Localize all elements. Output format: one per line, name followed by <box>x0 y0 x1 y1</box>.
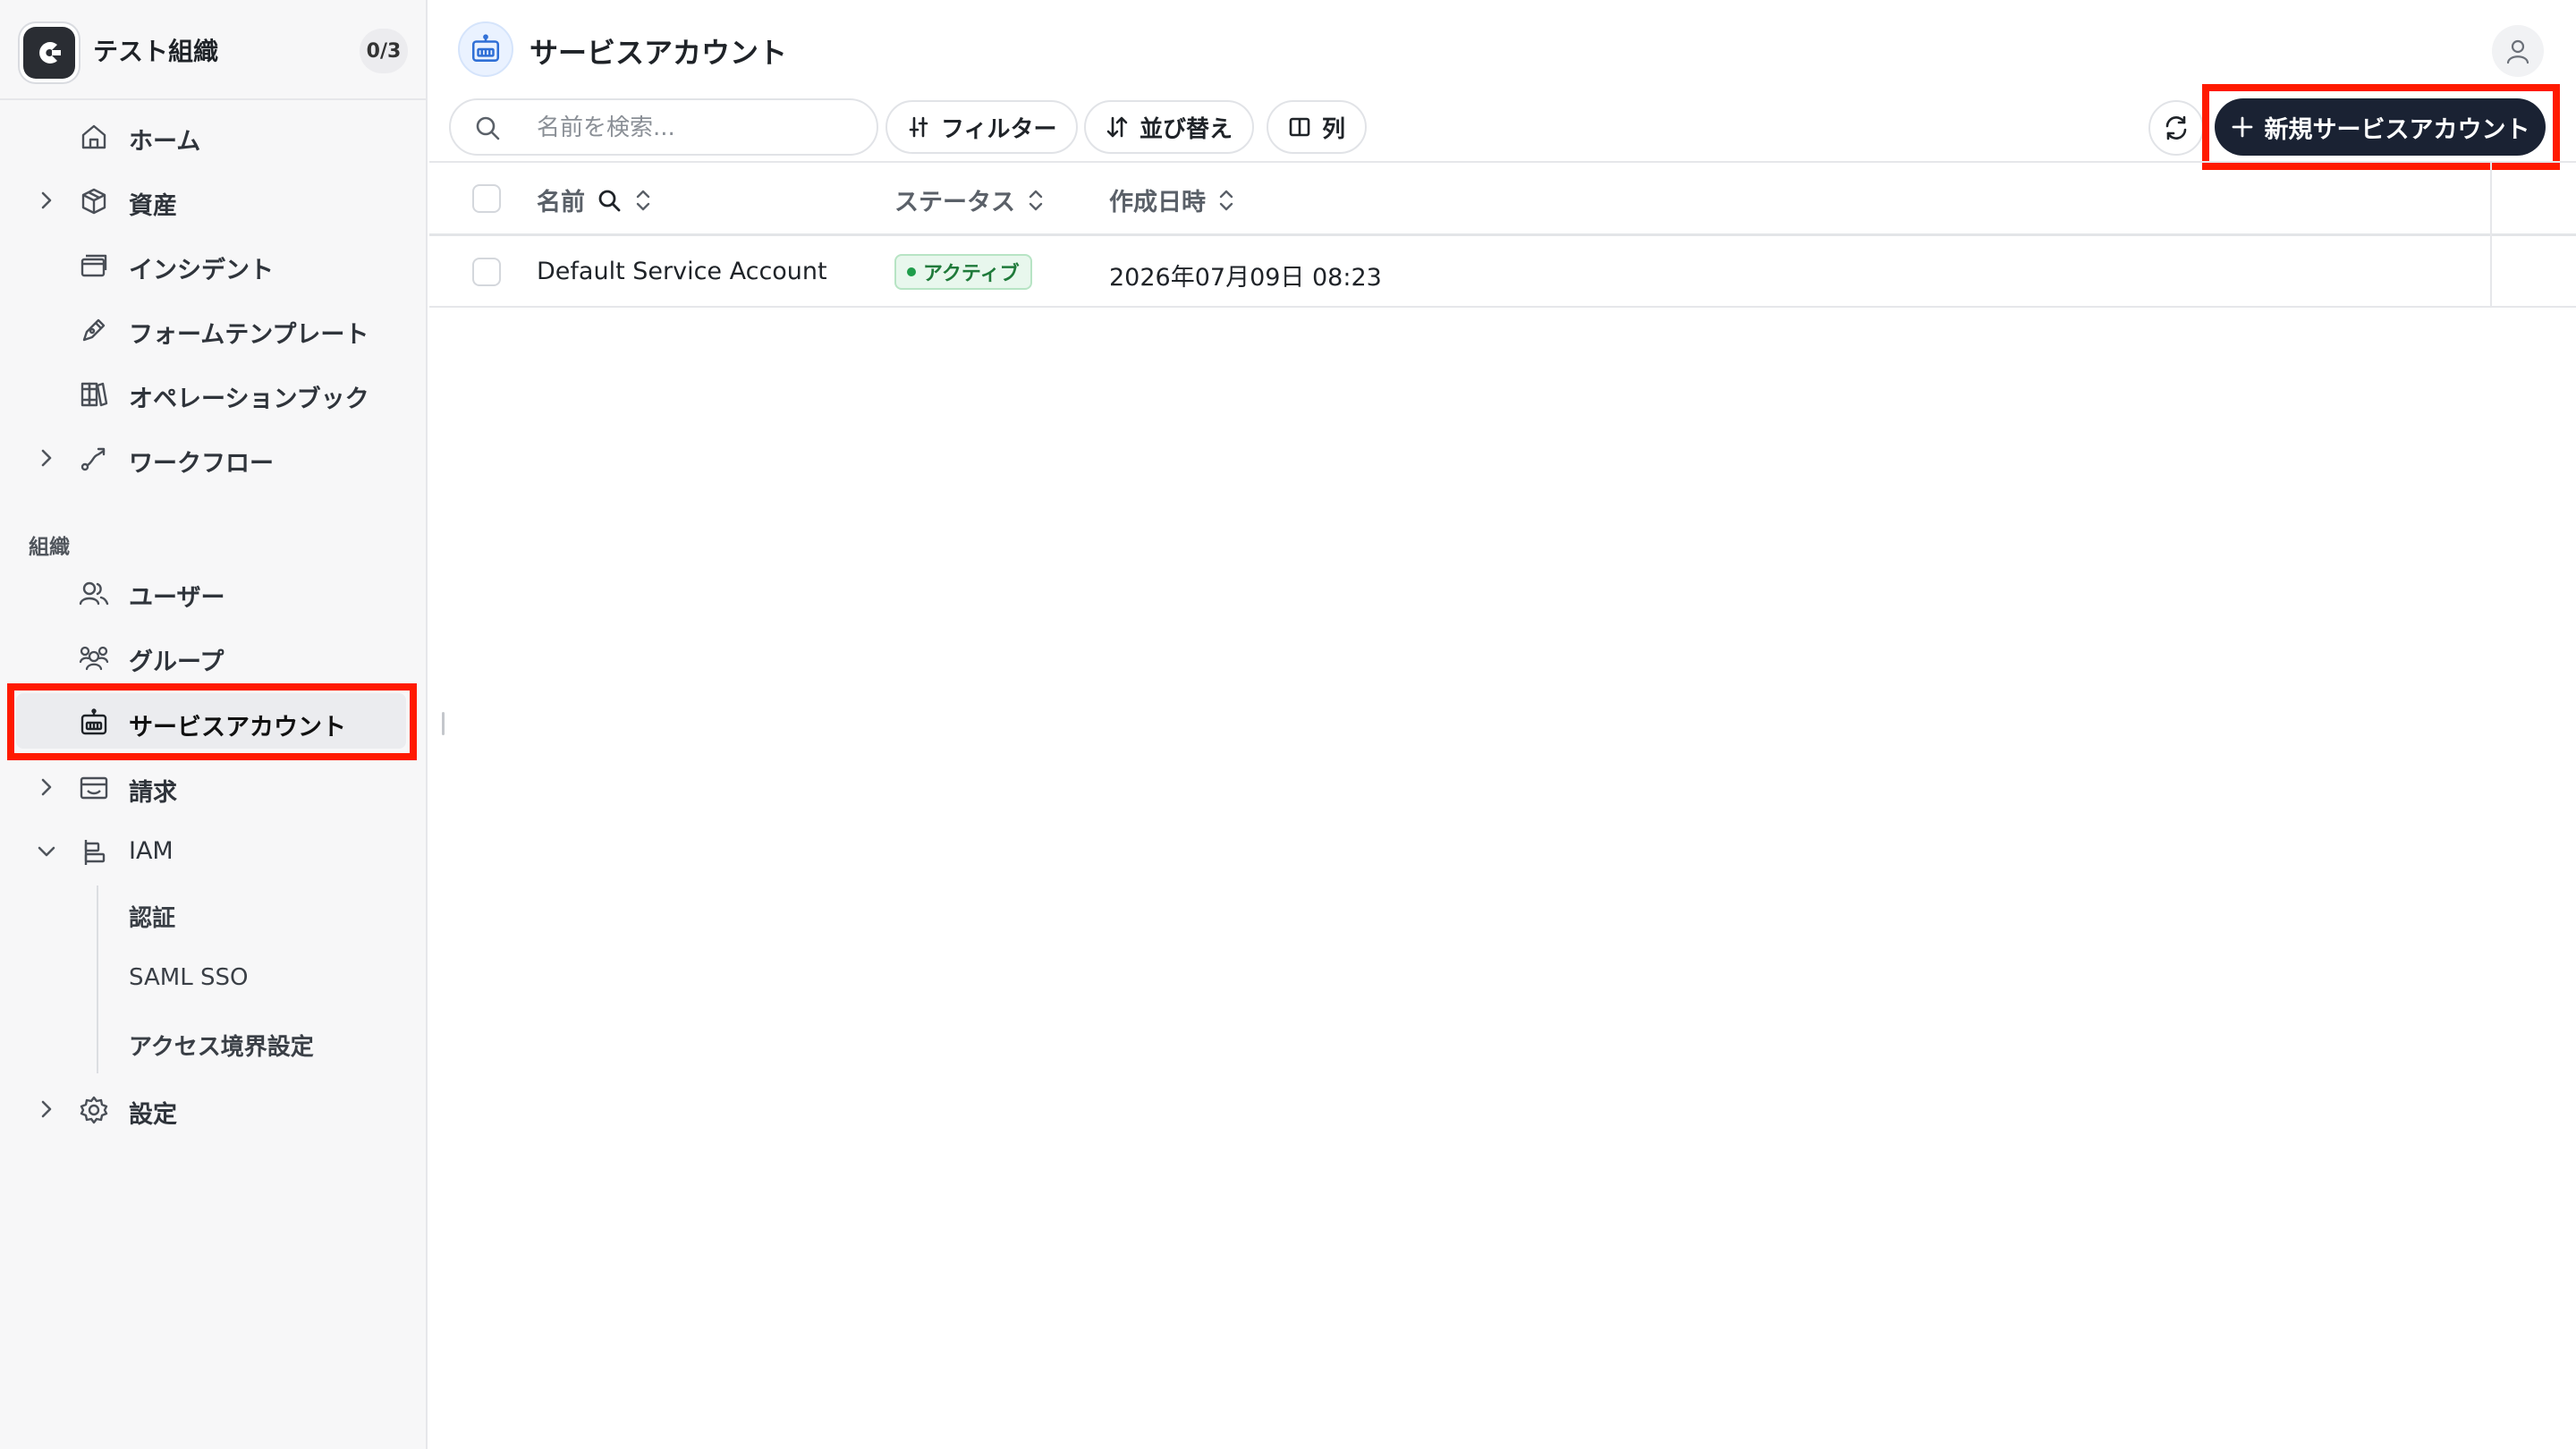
table-header-divider <box>429 233 2576 236</box>
column-header-created[interactable]: 作成日時 <box>1109 182 1236 217</box>
column-header-status[interactable]: ステータス <box>894 182 1046 217</box>
group-icon <box>79 646 109 671</box>
sidebar-item-label: フォームテンプレート <box>129 321 369 349</box>
sort-chevrons-icon[interactable] <box>1026 187 1046 214</box>
sidebar-item-label: 請求 <box>129 779 177 807</box>
sidebar-subitem-authentication[interactable]: 認証 <box>129 900 175 933</box>
row-created-at: 2026年07月09日 08:23 <box>1109 264 1382 292</box>
org-switcher[interactable]: テスト組織 0/3 <box>0 0 426 100</box>
new-service-account-button[interactable]: 新規サービスアカウント <box>2215 98 2546 156</box>
sidebar-item-billing[interactable]: 請求 <box>0 758 426 816</box>
sidebar-item-label: ワークフロー <box>129 450 274 478</box>
filter-button[interactable]: フィルター <box>886 100 1079 154</box>
sidebar-item-label: 設定 <box>129 1101 177 1129</box>
sidebar-subitem-saml-sso[interactable]: SAML SSO <box>129 964 248 991</box>
users-icon <box>79 581 109 606</box>
sort-arrows-icon <box>1106 116 1128 138</box>
filter-label: フィルター <box>941 115 1057 143</box>
sidebar-item-groups[interactable]: グループ <box>0 628 426 685</box>
column-header-created-label: 作成日時 <box>1109 189 1206 216</box>
sidebar-item-service-accounts[interactable]: サービスアカウント <box>16 693 406 749</box>
sidebar-item-settings[interactable]: 設定 <box>0 1080 426 1138</box>
row-divider <box>429 306 2576 308</box>
column-header-name[interactable]: 名前 <box>537 182 653 217</box>
chevron-right-icon[interactable] <box>34 188 59 213</box>
cube-icon <box>81 188 106 215</box>
sidebar-item-form-templates[interactable]: フォームテンプレート <box>0 301 426 358</box>
column-header-name-label: 名前 <box>537 189 585 216</box>
sidebar-item-label: インシデント <box>129 257 274 284</box>
sidebar-resize-handle[interactable] <box>442 712 445 735</box>
sliders-icon <box>909 116 928 138</box>
new-service-account-label: 新規サービスアカウント <box>2264 115 2530 144</box>
page-robot-icon <box>458 21 513 77</box>
toolbar-divider <box>429 161 2576 163</box>
columns-icon <box>1289 117 1310 137</box>
org-count-badge: 0/3 <box>360 29 408 73</box>
receipt-icon <box>80 776 108 800</box>
column-divider <box>2490 163 2492 306</box>
chevron-down-icon[interactable] <box>34 839 59 864</box>
sidebar-item-label: ホーム <box>129 128 201 156</box>
section-label-organization: 組織 <box>29 536 70 559</box>
search-field[interactable] <box>449 98 878 156</box>
search-icon[interactable] <box>596 187 623 214</box>
sidebar-item-home[interactable]: ホーム <box>0 107 426 165</box>
refresh-icon <box>2165 115 2187 140</box>
status-badge: アクティブ <box>894 254 1032 290</box>
page-title: サービスアカウント <box>530 36 788 70</box>
status-dot-icon <box>907 267 916 276</box>
route-icon <box>80 447 106 471</box>
sort-chevrons-icon[interactable] <box>633 187 653 214</box>
pen-icon <box>82 318 106 342</box>
sidebar-subitem-access-boundary[interactable]: アクセス境界設定 <box>129 1029 314 1062</box>
user-avatar[interactable] <box>2492 25 2544 77</box>
sidebar-item-label: グループ <box>129 648 225 676</box>
refresh-button[interactable] <box>2148 100 2204 156</box>
sidebar: テスト組織 0/3 ホーム 資産 インシデント フォームテンプレート オペレーシ… <box>0 0 428 1449</box>
column-header-status-label: ステータス <box>894 189 1015 216</box>
sidebar-item-users[interactable]: ユーザー <box>0 564 426 621</box>
search-input[interactable] <box>537 111 859 145</box>
org-logo <box>23 27 75 79</box>
books-icon <box>80 382 108 407</box>
org-chart-icon <box>84 840 106 865</box>
robot-icon <box>80 708 107 735</box>
sidebar-item-label: ユーザー <box>129 584 225 612</box>
search-icon <box>476 116 500 140</box>
chevron-right-icon[interactable] <box>34 1097 59 1122</box>
chevron-right-icon[interactable] <box>34 445 59 470</box>
sidebar-item-workflows[interactable]: ワークフロー <box>0 429 426 487</box>
sidebar-item-label: オペレーションブック <box>129 386 369 413</box>
sidebar-item-iam[interactable]: IAM <box>0 823 426 880</box>
row-checkbox[interactable] <box>472 258 501 286</box>
sort-button[interactable]: 並び替え <box>1084 100 1255 154</box>
plus-icon <box>2232 116 2252 138</box>
window-stack-icon <box>80 254 107 277</box>
chevron-right-icon[interactable] <box>34 775 59 800</box>
sidebar-item-label: 資産 <box>129 192 177 220</box>
columns-button[interactable]: 列 <box>1267 100 1368 154</box>
sidebar-item-label: IAM <box>129 837 174 865</box>
gear-icon <box>80 1096 108 1124</box>
submenu-guide-line <box>97 886 98 1073</box>
sidebar-item-operation-books[interactable]: オペレーションブック <box>0 365 426 422</box>
columns-label: 列 <box>1322 115 1346 143</box>
select-all-checkbox[interactable] <box>472 184 501 213</box>
org-name: テスト組織 <box>93 37 219 66</box>
sort-chevrons-icon[interactable] <box>1216 187 1236 214</box>
sort-label: 並び替え <box>1140 115 1233 143</box>
sidebar-item-incidents[interactable]: インシデント <box>0 236 426 293</box>
sidebar-item-assets[interactable]: 資産 <box>0 172 426 229</box>
home-icon <box>81 124 106 149</box>
status-badge-label: アクティブ <box>923 263 1020 285</box>
sidebar-item-label: サービスアカウント <box>129 714 346 741</box>
row-name[interactable]: Default Service Account <box>537 258 827 285</box>
